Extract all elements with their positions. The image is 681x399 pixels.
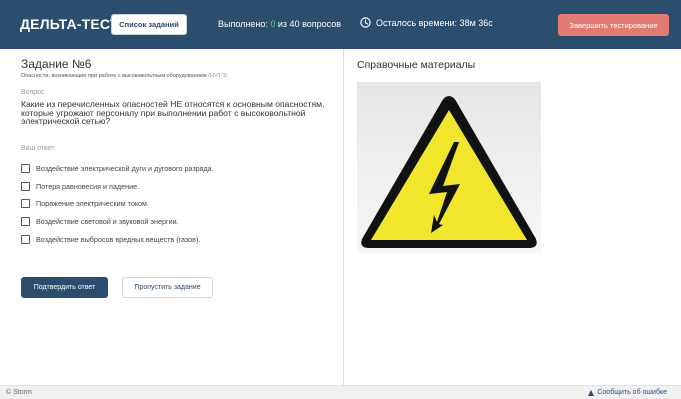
progress-prefix: Выполнено: [218, 19, 268, 29]
answer-option-label: Воздействие электрической дуги и дуговог… [36, 163, 214, 173]
task-topic-text: Опасности, возникающие при работе с высо… [21, 73, 207, 79]
finish-test-button[interactable]: Завершить тестирование [558, 14, 669, 36]
answer-option-label: Потеря равновесия и падение. [36, 181, 140, 191]
panel-divider [343, 49, 344, 385]
task-title: Задание №6 [21, 57, 92, 71]
reference-title: Справочные материалы [357, 59, 476, 71]
question-label: Вопрос [21, 89, 45, 96]
answer-option[interactable]: Воздействие выбросов вредных веществ (га… [21, 233, 200, 245]
task-panel: Задание №6 Опасности, возникающие при ра… [0, 49, 343, 384]
clock-icon [360, 17, 371, 28]
answer-option[interactable]: Воздействие электрической дуги и дуговог… [21, 162, 214, 174]
answer-option-label: Поражение электрическим током. [36, 198, 149, 208]
question-text: Какие из перечисленных опасностей НЕ отн… [21, 99, 325, 127]
top-bar: ДЕЛЬТА-ТЕСТ Список заданий Выполнено: 0 … [0, 0, 681, 49]
answer-checkbox[interactable] [21, 198, 30, 208]
answer-label: Ваш ответ [21, 145, 55, 152]
copyright: © Storm [6, 389, 32, 396]
progress-indicator: Выполнено: 0 из 40 вопросов [218, 19, 341, 29]
answer-checkbox[interactable] [21, 216, 30, 226]
task-topic-code: (НVT/3) [208, 73, 228, 79]
footer: © Storm Сообщить об ошибке [0, 385, 681, 399]
report-error-label: Сообщить об ошибке [597, 389, 667, 396]
skip-task-button[interactable]: Пропустить задание [122, 277, 213, 298]
answer-option-label: Воздействие световой и звуковой энергии. [36, 216, 179, 226]
high-voltage-warning-icon [361, 96, 537, 248]
time-remaining: Осталось времени: 38м 36с [360, 17, 493, 28]
answer-option-label: Воздействие выбросов вредных веществ (га… [36, 234, 201, 244]
report-error-link[interactable]: Сообщить об ошибке [588, 389, 667, 396]
answer-checkbox[interactable] [21, 181, 30, 191]
answer-option[interactable]: Потеря равновесия и падение. [21, 180, 139, 192]
confirm-answer-button[interactable]: Подтвердить ответ [21, 277, 108, 298]
timer-text: Осталось времени: 38м 36с [376, 17, 493, 28]
test-page: ДЕЛЬТА-ТЕСТ Список заданий Выполнено: 0 … [0, 0, 681, 399]
task-list-button[interactable]: Список заданий [111, 14, 187, 35]
app-logo: ДЕЛЬТА-ТЕСТ [20, 16, 119, 32]
answer-checkbox[interactable] [21, 163, 30, 173]
reference-image [357, 82, 541, 253]
progress-done-count: 0 [270, 19, 276, 29]
warning-triangle-icon [588, 389, 595, 396]
answer-option[interactable]: Воздействие световой и звуковой энергии. [21, 215, 179, 227]
task-topic: Опасности, возникающие при работе с высо… [21, 73, 227, 79]
answer-checkbox[interactable] [21, 234, 30, 244]
answer-option[interactable]: Поражение электрическим током. [21, 197, 149, 209]
progress-suffix: из 40 вопросов [277, 19, 342, 29]
